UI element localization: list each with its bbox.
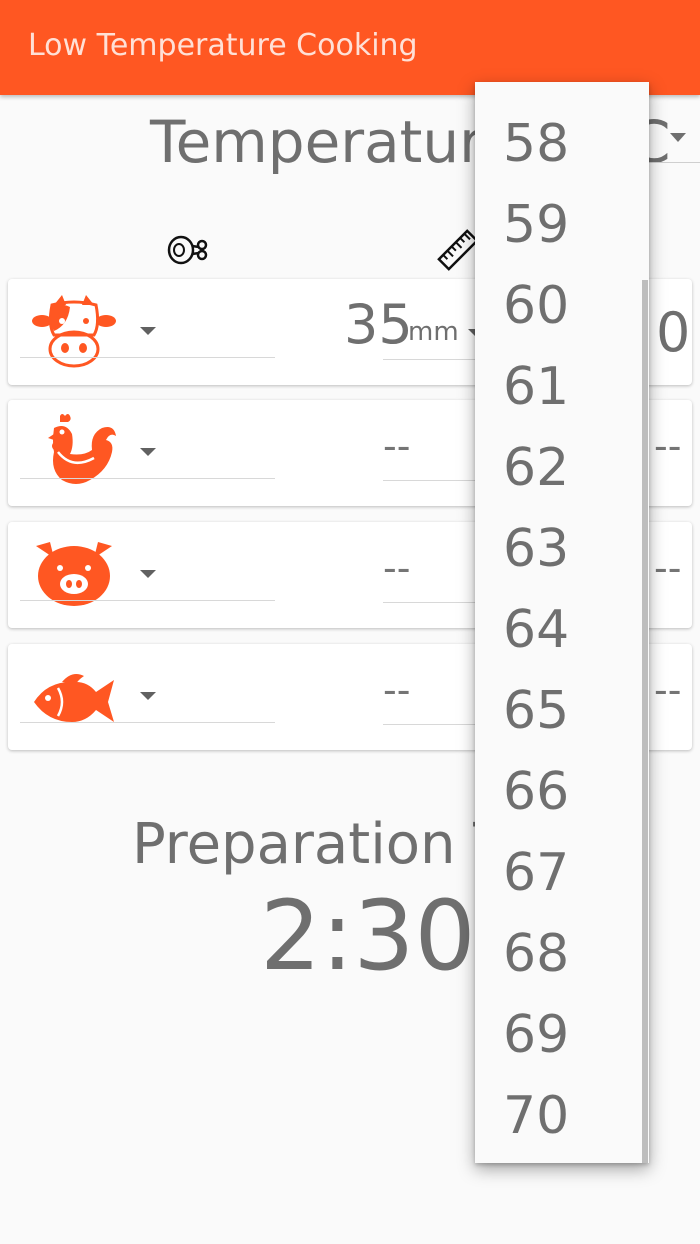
result-value: -- xyxy=(654,424,682,468)
temperature-dropdown-menu[interactable]: 58 59 60 61 62 63 64 65 66 67 68 69 70 xyxy=(475,82,649,1163)
dropdown-option[interactable]: 63 xyxy=(475,503,641,584)
thickness-underline xyxy=(383,724,483,725)
thickness-underline xyxy=(383,359,483,360)
preparation-time-label: Preparation T xyxy=(132,812,508,877)
dropdown-option[interactable]: 64 xyxy=(475,584,641,665)
animal-select-underline xyxy=(20,722,275,723)
dropdown-option[interactable]: 65 xyxy=(475,665,641,746)
dropdown-option[interactable]: 69 xyxy=(475,989,641,1070)
temperature-label: Temperature xyxy=(150,108,518,176)
animal-dropdown-caret-icon[interactable] xyxy=(140,327,156,335)
thickness-value[interactable]: -- xyxy=(383,424,410,468)
dropdown-option[interactable]: 68 xyxy=(475,908,641,989)
thickness-unit: mm xyxy=(408,317,459,347)
animal-dropdown-caret-icon[interactable] xyxy=(140,448,156,456)
result-value: 0 xyxy=(656,301,691,364)
dropdown-option[interactable]: 59 xyxy=(475,179,641,260)
dropdown-option[interactable]: 67 xyxy=(475,827,641,908)
thickness-underline xyxy=(383,480,483,481)
thickness-value[interactable]: 35 xyxy=(344,293,413,356)
dropdown-option[interactable]: 70 xyxy=(475,1070,641,1151)
animal-select-underline xyxy=(20,600,275,601)
dropdown-option[interactable]: 60 xyxy=(475,260,641,341)
animal-select-underline xyxy=(20,357,275,358)
dropdown-option[interactable]: 62 xyxy=(475,422,641,503)
thickness-value[interactable]: -- xyxy=(383,546,410,590)
dropdown-option[interactable]: 66 xyxy=(475,746,641,827)
dropdown-option[interactable]: 58 xyxy=(475,98,641,179)
animal-dropdown-caret-icon[interactable] xyxy=(140,692,156,700)
dropdown-scrollbar[interactable] xyxy=(642,280,648,1163)
thickness-value[interactable]: -- xyxy=(383,668,410,712)
ruler-icon xyxy=(437,229,479,271)
preparation-time-value: 2:30 xyxy=(260,880,476,992)
thickness-underline xyxy=(383,602,483,603)
app-bar: Low Temperature Cooking xyxy=(0,0,700,95)
animal-dropdown-caret-icon[interactable] xyxy=(140,570,156,578)
dropdown-option[interactable]: 61 xyxy=(475,341,641,422)
temperature-dropdown-caret-icon[interactable] xyxy=(670,133,686,142)
result-value: -- xyxy=(654,546,682,590)
app-title: Low Temperature Cooking xyxy=(28,28,418,63)
meat-drumstick-icon xyxy=(167,235,208,265)
animal-select-underline xyxy=(20,478,275,479)
result-value: -- xyxy=(654,668,682,712)
